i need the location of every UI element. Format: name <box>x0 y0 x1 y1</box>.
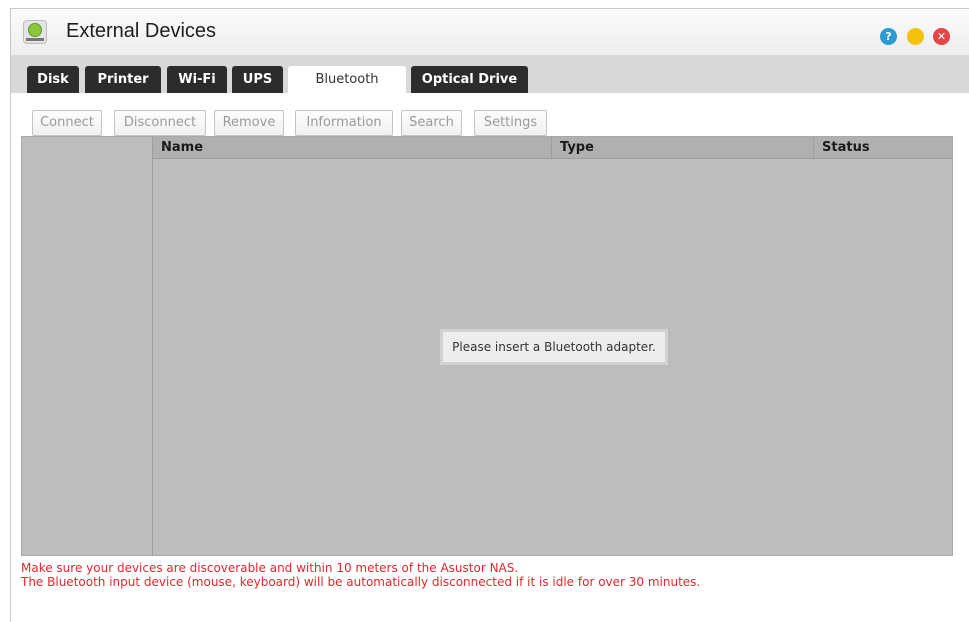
settings-button[interactable]: Settings <box>474 110 547 136</box>
tab-optical-drive[interactable]: Optical Drive <box>411 66 528 93</box>
app-icon-base <box>26 38 44 41</box>
external-devices-icon <box>23 20 47 44</box>
column-header-type[interactable]: Type <box>551 137 813 159</box>
information-button[interactable]: Information <box>295 110 393 136</box>
tab-bluetooth[interactable]: Bluetooth <box>288 66 406 93</box>
device-side-panel <box>22 137 153 555</box>
title-bar: External Devices ? ✕ <box>11 9 969 55</box>
tab-bar: Disk Printer Wi-Fi UPS Bluetooth Optical… <box>11 55 969 93</box>
close-icon[interactable]: ✕ <box>933 28 950 45</box>
device-list[interactable]: Name Type Status Please insert a Bluetoo… <box>21 136 953 556</box>
connect-button[interactable]: Connect <box>32 110 102 136</box>
note-auto-disconnect: The Bluetooth input device (mouse, keybo… <box>21 575 701 589</box>
tab-printer[interactable]: Printer <box>85 66 161 93</box>
remove-button[interactable]: Remove <box>214 110 284 136</box>
search-button[interactable]: Search <box>401 110 462 136</box>
notes: Make sure your devices are discoverable … <box>21 561 951 589</box>
help-icon[interactable]: ? <box>880 28 897 45</box>
app-icon-disc <box>28 23 42 37</box>
column-header-status[interactable]: Status <box>813 137 952 159</box>
tab-wifi[interactable]: Wi-Fi <box>167 66 227 93</box>
window-title: External Devices <box>66 20 217 42</box>
tab-ups[interactable]: UPS <box>232 66 283 93</box>
note-discoverable: Make sure your devices are discoverable … <box>21 561 519 575</box>
empty-state-message: Please insert a Bluetooth adapter. <box>440 329 668 365</box>
disconnect-button[interactable]: Disconnect <box>114 110 206 136</box>
minimize-icon[interactable] <box>907 28 924 45</box>
tab-disk[interactable]: Disk <box>27 66 79 93</box>
column-header-name[interactable]: Name <box>153 137 551 159</box>
